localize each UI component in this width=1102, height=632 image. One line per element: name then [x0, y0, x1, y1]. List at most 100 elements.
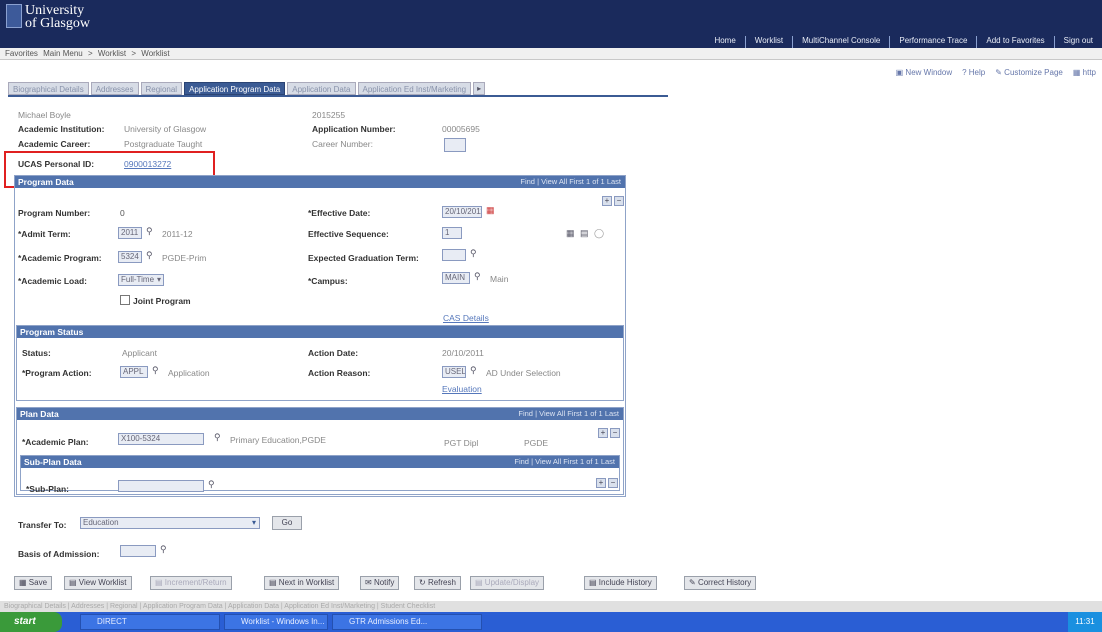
pgde-label: PGDE — [524, 438, 549, 448]
action-reason-lookup-icon[interactable]: ⚲ — [470, 365, 477, 376]
notify-icon: ✉ — [365, 578, 372, 587]
info-icon[interactable]: ◯ — [594, 228, 604, 239]
multichannel-console-link[interactable]: MultiChannel Console — [792, 36, 889, 48]
academic-program-input[interactable]: 5324 — [118, 251, 142, 263]
expected-graduation-term-label: Expected Graduation Term: — [308, 253, 419, 263]
http-label: http — [1082, 68, 1096, 77]
basis-of-admission-input[interactable] — [120, 545, 156, 557]
new-window-label: New Window — [905, 68, 953, 77]
status-label: Status: — [22, 348, 51, 358]
system-tray-clock[interactable]: 11:31 — [1068, 612, 1102, 632]
sign-out-link[interactable]: Sign out — [1053, 36, 1102, 48]
admit-term-input[interactable]: 2011 — [118, 227, 142, 239]
tab-addresses[interactable]: Addresses — [90, 82, 139, 95]
admit-term-lookup-icon[interactable]: ⚲ — [146, 226, 153, 237]
sub-plan-input[interactable] — [118, 480, 204, 492]
plan-add-row-icon[interactable]: + — [598, 428, 608, 438]
student-name: Michael Boyle — [18, 110, 71, 120]
worklist-crumb[interactable]: Worklist — [98, 49, 126, 58]
campus-lookup-icon[interactable]: ⚲ — [474, 271, 481, 282]
joint-program-checkbox[interactable] — [120, 295, 130, 305]
effective-date-input[interactable]: 20/10/2011 — [442, 206, 482, 218]
refresh-button[interactable]: ↻ Refresh — [414, 576, 461, 590]
academic-load-label: *Academic Load: — [18, 276, 87, 286]
notify-label: Notify — [373, 578, 395, 587]
academic-load-select[interactable]: Full-Time ▾ — [118, 274, 164, 286]
program-action-input[interactable]: APPL — [120, 366, 148, 378]
start-button[interactable]: start — [0, 612, 62, 632]
program-status-header: Program Status — [17, 326, 623, 338]
update-display-button[interactable]: ▤ Update/Display — [470, 576, 545, 590]
campus-input[interactable]: MAIN — [442, 272, 470, 284]
academic-career-value: Postgraduate Taught — [124, 139, 203, 149]
go-button[interactable]: Go — [272, 516, 302, 530]
increment-return-label: Increment/Return — [164, 578, 227, 587]
save-button[interactable]: ▦ Save — [14, 576, 53, 590]
increment-return-button[interactable]: ▤ Increment/Return — [150, 576, 232, 590]
tab-application-data[interactable]: Application Data — [287, 82, 356, 95]
career-number-field[interactable]: 0 — [444, 138, 466, 152]
add-to-favorites-link[interactable]: Add to Favorites — [976, 36, 1053, 48]
customize-page-link[interactable]: ✎ Customize Page — [995, 68, 1063, 77]
tab-application-ed-inst-marketing[interactable]: Application Ed Inst/Marketing — [357, 82, 472, 95]
expected-graduation-term-input[interactable] — [442, 249, 466, 261]
customize-label: Customize Page — [1004, 68, 1063, 77]
main-menu[interactable]: Main Menu — [43, 49, 83, 58]
refresh-icon: ↻ — [419, 578, 426, 587]
plan-delete-row-icon[interactable]: − — [610, 428, 620, 438]
delete-row-icon[interactable]: − — [614, 196, 624, 206]
plan-data-nav[interactable]: Find | View All First 1 of 1 Last — [518, 408, 619, 420]
plan-data-header: Plan Data Find | View All First 1 of 1 L… — [17, 408, 623, 420]
status-value: Applicant — [122, 348, 157, 358]
spreadsheet-icon[interactable]: ▦ — [566, 228, 575, 239]
tab-underline — [8, 95, 668, 97]
add-row-icon[interactable]: + — [602, 196, 612, 206]
grid-icon[interactable]: ▤ — [580, 228, 589, 239]
sub-plan-lookup-icon[interactable]: ⚲ — [208, 479, 215, 490]
sub-plan-add-row-icon[interactable]: + — [596, 478, 606, 488]
next-in-worklist-button[interactable]: ▤ Next in Worklist — [264, 576, 340, 590]
update-display-label: Update/Display — [484, 578, 540, 587]
sub-plan-delete-row-icon[interactable]: − — [608, 478, 618, 488]
tab-scroll-right-icon[interactable]: ▸ — [473, 82, 486, 95]
academic-plan-lookup-icon[interactable]: ⚲ — [214, 432, 221, 443]
expected-graduation-lookup-icon[interactable]: ⚲ — [470, 248, 477, 259]
campus-desc: Main — [490, 274, 509, 284]
notify-button[interactable]: ✉ Notify — [360, 576, 400, 590]
program-action-lookup-icon[interactable]: ⚲ — [152, 365, 159, 376]
tab-biographical-details[interactable]: Biographical Details — [8, 82, 89, 95]
academic-plan-input[interactable]: X100-5324 — [118, 433, 204, 445]
campus-label: *Campus: — [308, 276, 348, 286]
correct-history-label: Correct History — [697, 578, 752, 587]
effective-sequence-input[interactable]: 1 — [442, 227, 462, 239]
taskbar-item-gtr-admissions[interactable]: GTR Admissions Ed... — [332, 614, 482, 630]
help-link[interactable]: ? Help — [962, 68, 985, 77]
program-status-title: Program Status — [20, 327, 84, 337]
calendar-icon[interactable]: ▦ — [486, 205, 495, 216]
correct-history-button[interactable]: ✎ Correct History — [684, 576, 757, 590]
view-worklist-button[interactable]: ▤ View Worklist — [64, 576, 132, 590]
transfer-to-select[interactable]: Education ▾ — [80, 517, 260, 529]
new-window-link[interactable]: ▣ New Window — [896, 68, 952, 77]
bottom-page-links[interactable]: Biographical Details | Addresses | Regio… — [0, 601, 1102, 612]
action-reason-input[interactable]: USEL — [442, 366, 466, 378]
page-tools: ▣ New Window ? Help ✎ Customize Page ▦ h… — [896, 68, 1096, 77]
academic-institution-value: University of Glasgow — [124, 124, 207, 134]
favorites-menu[interactable]: Favorites — [5, 49, 38, 58]
basis-lookup-icon[interactable]: ⚲ — [160, 544, 167, 555]
taskbar-item-worklist[interactable]: Worklist - Windows In... — [224, 614, 328, 630]
sub-plan-nav[interactable]: Find | View All First 1 of 1 Last — [514, 456, 615, 468]
academic-program-lookup-icon[interactable]: ⚲ — [146, 250, 153, 261]
cas-details-link[interactable]: CAS Details — [443, 313, 489, 323]
taskbar-item-direct[interactable]: DIRECT — [80, 614, 220, 630]
performance-trace-link[interactable]: Performance Trace — [889, 36, 976, 48]
include-history-button[interactable]: ▤ Include History — [584, 576, 657, 590]
tab-regional[interactable]: Regional — [140, 82, 183, 95]
program-data-nav[interactable]: Find | View All First 1 of 1 Last — [520, 176, 621, 188]
university-logo[interactable]: University of Glasgow — [6, 4, 90, 31]
worklist-link[interactable]: Worklist — [744, 36, 792, 48]
home-link[interactable]: Home — [705, 36, 744, 48]
http-link[interactable]: ▦ http — [1073, 68, 1096, 77]
tab-application-program-data[interactable]: Application Program Data — [184, 82, 286, 95]
evaluation-link[interactable]: Evaluation — [442, 384, 482, 394]
